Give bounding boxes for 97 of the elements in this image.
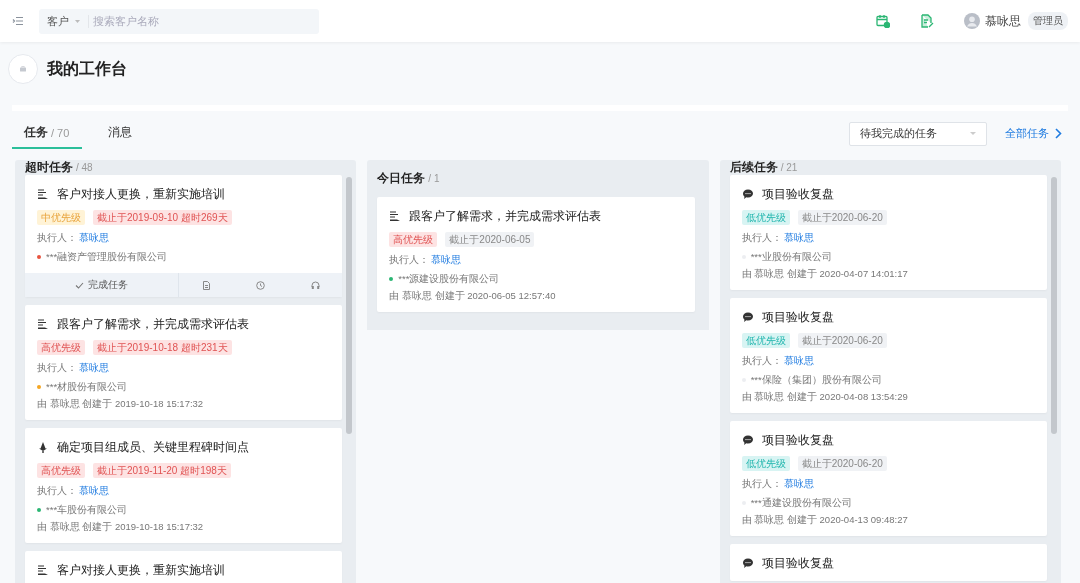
task-title[interactable]: 项目验收复盘 bbox=[761, 186, 834, 202]
list-icon bbox=[37, 188, 49, 200]
role-badge: 管理员 bbox=[1028, 12, 1068, 30]
priority-tag: 高优先级 bbox=[37, 463, 85, 478]
company-name[interactable]: ***材股份有限公司 bbox=[46, 381, 128, 393]
user-name: 慕咏思 bbox=[985, 12, 1021, 30]
column-title: 今日任务 bbox=[377, 171, 426, 186]
task-card[interactable]: 项目验收复盘 低优先级 截止于2020-06-20 执行人： 慕咏思 ***通建设股份有限公司 由 慕咏思 创建于 2020-04-13 09:48:27 bbox=[729, 421, 1047, 536]
column-count: / 1 bbox=[428, 173, 440, 184]
deadline-tag: 截止于2019-09-10 超时269天 bbox=[93, 210, 232, 225]
task-title[interactable]: 跟客户了解需求，并完成需求评估表 bbox=[409, 208, 602, 224]
task-card[interactable]: 项目验收复盘 低优先级 截止于2020-06-20 执行人： 慕咏思 ***保险（集团）股份有限公司 由 慕咏思 创建于 2020-04-08 13:54:29 bbox=[729, 298, 1047, 413]
company-name[interactable]: ***通建设股份有限公司 bbox=[750, 497, 852, 509]
company-name[interactable]: ***业股份有限公司 bbox=[750, 251, 832, 263]
deadline-tag: 截止于2019-11-20 超时198天 bbox=[93, 463, 231, 478]
created-info: 由 慕咏思 创建于 2020-06-05 12:57:40 bbox=[389, 290, 557, 302]
chat-icon bbox=[741, 434, 754, 446]
assignee-link[interactable]: 慕咏思 bbox=[783, 355, 814, 367]
caret-icon bbox=[75, 19, 80, 23]
scrollbar[interactable] bbox=[346, 177, 353, 434]
menu-icon[interactable] bbox=[12, 15, 24, 27]
task-title[interactable]: 项目验收复盘 bbox=[761, 555, 834, 571]
task-title[interactable]: 客户对接人更换，重新实施培训 bbox=[57, 186, 225, 202]
priority-tag: 低优先级 bbox=[741, 333, 790, 348]
assignee-link[interactable]: 慕咏思 bbox=[431, 254, 462, 266]
assignee-label: 执行人： bbox=[37, 362, 77, 374]
list-icon bbox=[37, 564, 49, 576]
priority-tag: 低优先级 bbox=[741, 456, 790, 471]
assignee-label: 执行人： bbox=[741, 478, 782, 490]
assignee-label: 执行人： bbox=[37, 232, 77, 244]
scrollbar[interactable] bbox=[1051, 177, 1057, 434]
assignee-label: 执行人： bbox=[389, 254, 430, 266]
chat-icon bbox=[741, 188, 754, 200]
deadline-tag: 截止于2020-06-20 bbox=[797, 210, 887, 225]
column-title: 后续任务 bbox=[729, 160, 778, 175]
task-card[interactable]: 客户对接人更换，重新实施培训 中优先级 截止于2019-09-10 超时269天 执行人： 慕咏思 ***融资产管理股份有限公司 完成任务 bbox=[25, 175, 343, 297]
assignee-link[interactable]: 慕咏思 bbox=[79, 485, 109, 497]
created-info: 由 慕咏思 创建于 2019-10-18 15:17:32 bbox=[37, 398, 205, 410]
headset-icon[interactable] bbox=[310, 280, 320, 290]
task-card[interactable]: 跟客户了解需求，并完成需求评估表 高优先级 截止于2019-10-18 超时231天 执行人： 慕咏思 ***材股份有限公司 由 慕咏思 创建于 2019-10-18 15:17:32 bbox=[25, 305, 343, 420]
avatar-icon[interactable] bbox=[964, 13, 980, 29]
assignee-label: 执行人： bbox=[37, 485, 77, 497]
task-card[interactable]: 项目验收复盘 低优先级 截止于2020-06-20 执行人： 慕咏思 ***业股份有限公司 由 慕咏思 创建于 2020-04-07 14:01:17 bbox=[729, 175, 1047, 290]
document-icon[interactable] bbox=[201, 280, 211, 290]
task-card[interactable]: 客户对接人更换，重新实施培训 bbox=[25, 551, 343, 583]
deadline-tag: 截止于2020-06-20 bbox=[797, 456, 887, 471]
deadline-tag: 截止于2020-06-05 bbox=[445, 232, 535, 247]
page-title: 我的工作台 bbox=[47, 58, 127, 79]
priority-tag: 高优先级 bbox=[37, 340, 85, 355]
task-title[interactable]: 确定项目组成员、关键里程碑时间点 bbox=[57, 439, 249, 455]
briefcase-icon bbox=[8, 54, 38, 84]
column-title: 超时任务 bbox=[25, 160, 73, 175]
priority-tag: 高优先级 bbox=[389, 232, 438, 247]
priority-tag: 中优先级 bbox=[37, 210, 85, 225]
search-field[interactable]: 客户 搜索客户名称 bbox=[39, 8, 319, 34]
company-name[interactable]: ***源建设股份有限公司 bbox=[398, 273, 500, 285]
chat-icon bbox=[741, 311, 754, 323]
tab[interactable]: 消息 bbox=[96, 118, 144, 149]
created-info: 由 慕咏思 创建于 2020-04-13 09:48:27 bbox=[741, 514, 909, 526]
task-title[interactable]: 跟客户了解需求，并完成需求评估表 bbox=[57, 316, 249, 332]
document-edit-icon[interactable] bbox=[920, 14, 934, 28]
check-icon bbox=[75, 281, 84, 289]
company-name[interactable]: ***车股份有限公司 bbox=[46, 504, 128, 516]
caret-icon bbox=[970, 132, 976, 135]
column-count: / 21 bbox=[780, 162, 798, 173]
complete-task-button[interactable]: 完成任务 bbox=[25, 273, 179, 297]
all-tasks-link[interactable]: 全部任务 bbox=[1005, 126, 1062, 141]
priority-tag: 低优先级 bbox=[741, 210, 790, 225]
calendar-add-icon[interactable] bbox=[876, 14, 890, 28]
task-card[interactable]: 项目验收复盘 bbox=[729, 544, 1047, 581]
company-name[interactable]: ***融资产管理股份有限公司 bbox=[46, 251, 168, 263]
tab[interactable]: 任务 / 70 bbox=[12, 118, 82, 149]
task-title[interactable]: 项目验收复盘 bbox=[761, 432, 834, 448]
created-info: 由 慕咏思 创建于 2020-04-07 14:01:17 bbox=[741, 268, 909, 280]
assignee-label: 执行人： bbox=[741, 232, 782, 244]
filter-dropdown[interactable]: 待我完成的任务 bbox=[849, 121, 987, 146]
task-title[interactable]: 项目验收复盘 bbox=[761, 309, 834, 325]
task-title[interactable]: 客户对接人更换，重新实施培训 bbox=[57, 562, 225, 578]
column-count: / 48 bbox=[76, 162, 93, 173]
assignee-link[interactable]: 慕咏思 bbox=[783, 478, 814, 490]
assignee-link[interactable]: 慕咏思 bbox=[79, 362, 109, 374]
deadline-tag: 截止于2020-06-20 bbox=[797, 333, 887, 348]
created-info: 由 慕咏思 创建于 2019-10-18 15:17:32 bbox=[37, 521, 205, 533]
assignee-link[interactable]: 慕咏思 bbox=[79, 232, 109, 244]
list-icon bbox=[389, 210, 402, 222]
task-card[interactable]: 跟客户了解需求，并完成需求评估表 高优先级 截止于2020-06-05 执行人： 慕咏思 ***源建设股份有限公司 由 慕咏思 创建于 2020-06-05 12:57:40 bbox=[377, 197, 695, 312]
created-info: 由 慕咏思 创建于 2020-04-08 13:54:29 bbox=[741, 391, 909, 403]
chat-icon bbox=[741, 557, 754, 569]
chevron-right-icon bbox=[1055, 128, 1062, 139]
assignee-link[interactable]: 慕咏思 bbox=[783, 232, 814, 244]
clock-icon[interactable] bbox=[256, 280, 266, 290]
assignee-label: 执行人： bbox=[741, 355, 782, 367]
task-card[interactable]: 确定项目组成员、关键里程碑时间点 高优先级 截止于2019-11-20 超时198天 执行人： 慕咏思 ***车股份有限公司 由 慕咏思 创建于 2019-10-18 15:17:32 bbox=[25, 428, 343, 543]
company-name[interactable]: ***保险（集团）股份有限公司 bbox=[750, 374, 882, 386]
deadline-tag: 截止于2019-10-18 超时231天 bbox=[93, 340, 232, 355]
list-icon bbox=[37, 318, 49, 330]
scope-dropdown[interactable]: 客户 bbox=[47, 14, 69, 28]
